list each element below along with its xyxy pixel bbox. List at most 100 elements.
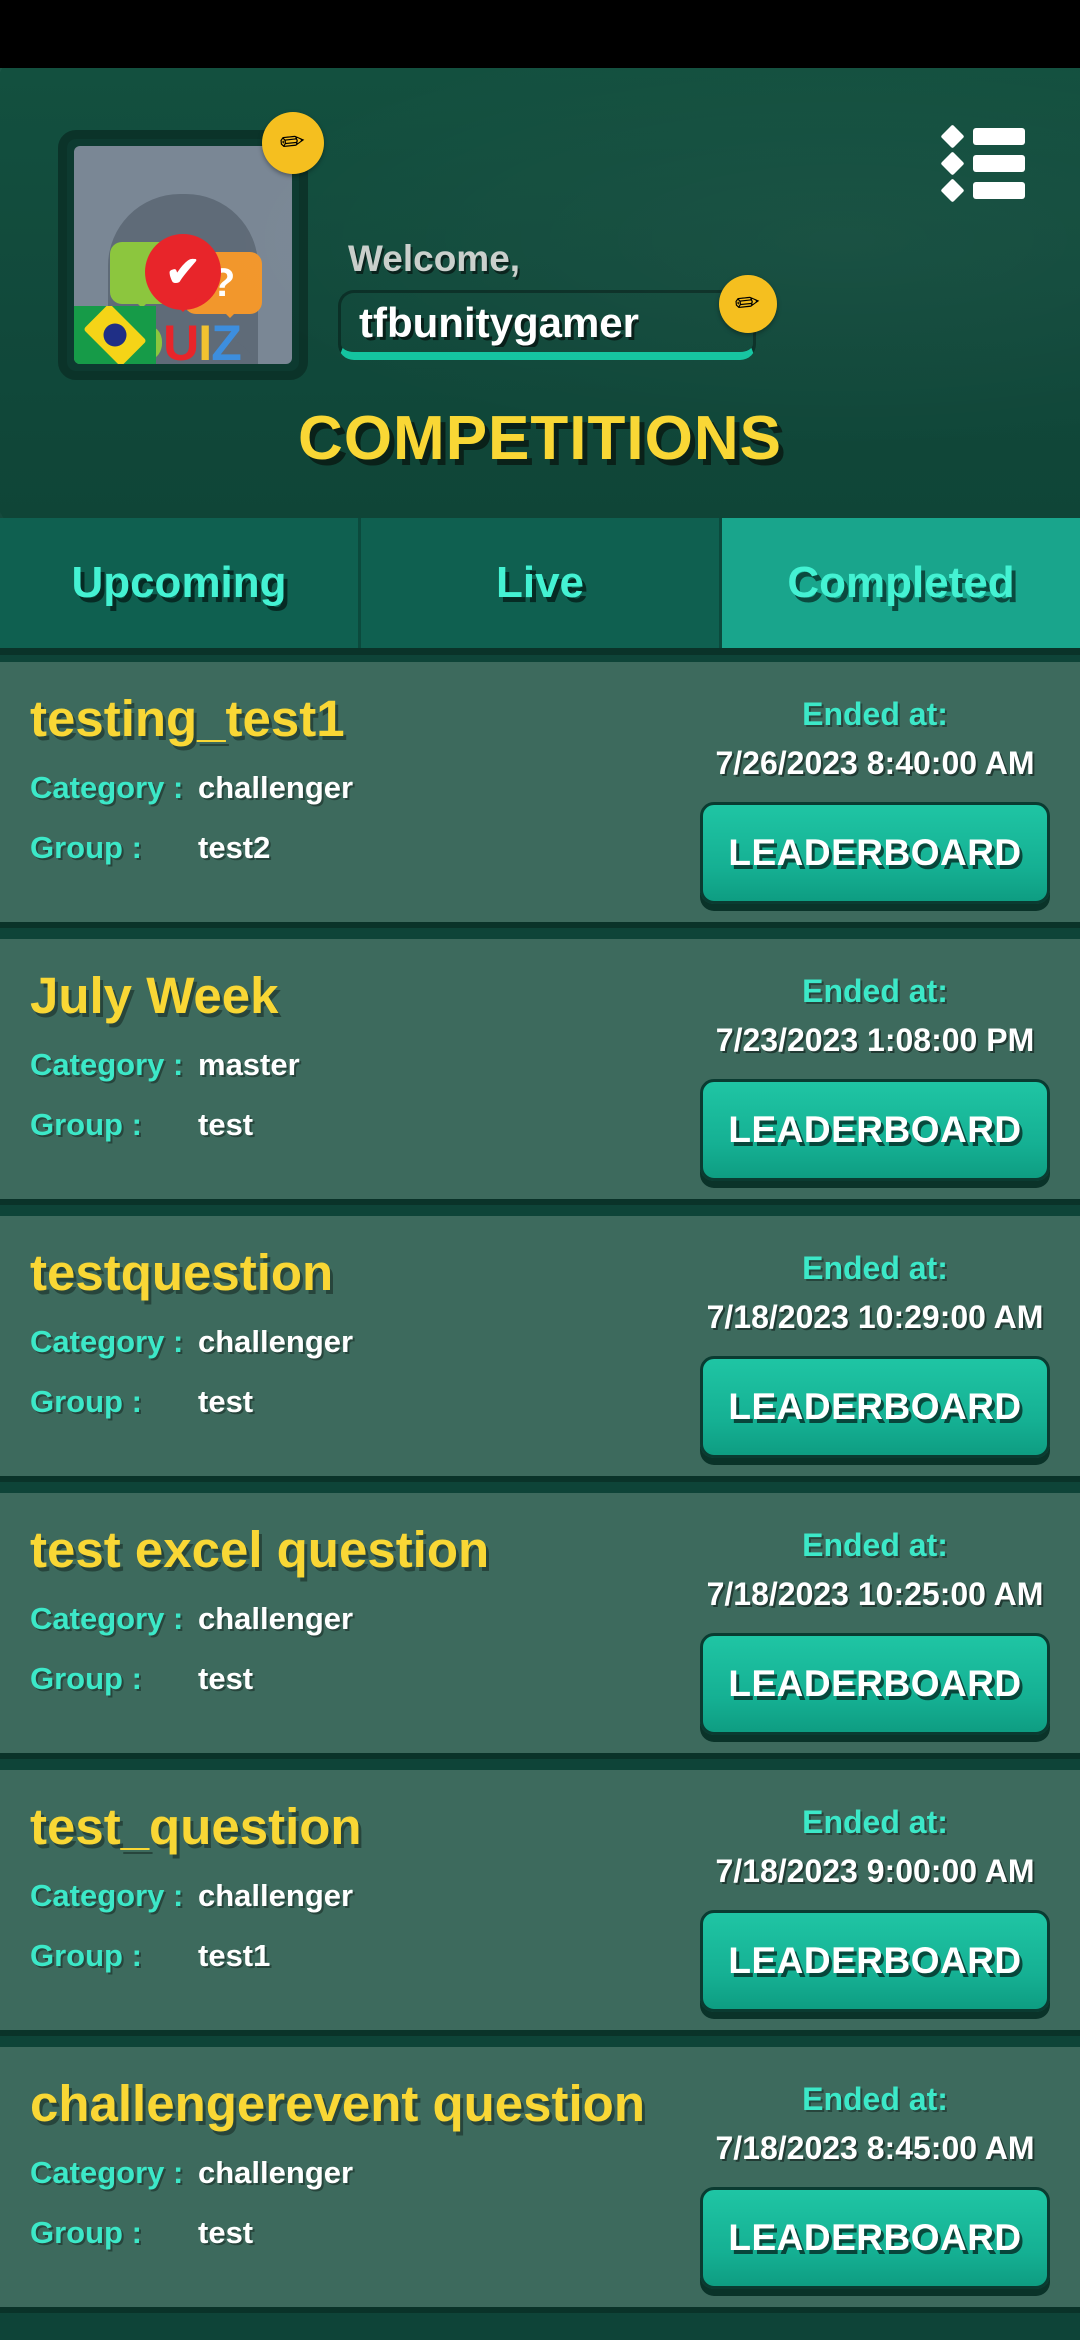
category-row: Category : challenger — [30, 1878, 690, 1914]
group-label: Group : — [30, 1383, 142, 1419]
quiz-letter-z: Z — [211, 315, 242, 364]
quiz-letter-i: I — [198, 315, 212, 364]
competition-card[interactable]: test_question Category : challenger Grou… — [0, 1770, 1080, 2036]
competition-title: challengerevent question — [30, 2075, 645, 2132]
menu-row — [940, 151, 1025, 176]
avatar-container[interactable]: ! ? ✔ QUIZ ✏ — [58, 112, 324, 380]
category-label: Category : — [30, 769, 184, 805]
group-row: Group : test1 — [30, 1938, 690, 1974]
group-row: Group : test — [30, 1384, 690, 1420]
menu-row — [940, 178, 1025, 203]
tab-upcoming[interactable]: Upcoming — [0, 518, 361, 648]
competition-title: testquestion — [30, 1244, 334, 1301]
category-row: Category : challenger — [30, 2155, 690, 2191]
ended-at-label: Ended at: — [802, 1804, 948, 1840]
competition-status: Ended at: 7/18/2023 9:00:00 AM LEADERBOA… — [700, 1804, 1050, 2012]
group-value: test2 — [198, 829, 271, 865]
competition-card[interactable]: test excel question Category : challenge… — [0, 1493, 1080, 1759]
group-value: test — [198, 1660, 254, 1696]
competition-card[interactable]: challengerevent question Category : chal… — [0, 2047, 1080, 2313]
avatar-image: ! ? ✔ QUIZ — [74, 146, 292, 364]
competition-title: test_question — [30, 1798, 362, 1855]
leaderboard-label: LEADERBOARD — [728, 1663, 1022, 1704]
category-label: Category : — [30, 1600, 184, 1636]
leaderboard-label: LEADERBOARD — [728, 1109, 1022, 1150]
group-row: Group : test2 — [30, 830, 690, 866]
ended-at-label: Ended at: — [802, 696, 948, 732]
competition-status: Ended at: 7/26/2023 8:40:00 AM LEADERBOA… — [700, 696, 1050, 904]
category-label: Category : — [30, 1877, 184, 1913]
leaderboard-button[interactable]: LEADERBOARD — [700, 1356, 1050, 1458]
tab-label: Live — [495, 558, 585, 607]
ended-at-value: 7/18/2023 9:00:00 AM — [715, 1853, 1035, 1889]
list-menu-icon[interactable] — [940, 124, 1025, 203]
group-value: test — [198, 2214, 254, 2250]
competition-info: testing_test1 Category : challenger Grou… — [30, 692, 690, 866]
group-value: test — [198, 1106, 254, 1142]
category-value: challenger — [198, 1600, 354, 1636]
welcome-label: Welcome, — [348, 238, 521, 279]
brazil-flag-icon — [74, 306, 156, 364]
menu-bar — [973, 182, 1025, 199]
tab-completed[interactable]: Completed — [722, 518, 1080, 648]
competition-info: challengerevent question Category : chal… — [30, 2077, 690, 2251]
tab-label: Completed — [787, 558, 1015, 607]
ended-at-value: 7/18/2023 10:29:00 AM — [706, 1299, 1044, 1335]
username-field[interactable]: tfbunitygamer ✏ — [338, 275, 777, 360]
category-value: master — [198, 1046, 300, 1082]
ended-at-value: 7/18/2023 8:45:00 AM — [715, 2130, 1035, 2166]
pencil-icon: ✏ — [278, 124, 308, 161]
leaderboard-button[interactable]: LEADERBOARD — [700, 1079, 1050, 1181]
menu-diamond — [940, 178, 965, 203]
tab-bar: Upcoming Live Completed — [0, 518, 1080, 655]
category-row: Category : challenger — [30, 770, 690, 806]
group-value: test1 — [198, 1937, 271, 1973]
leaderboard-button[interactable]: LEADERBOARD — [700, 802, 1050, 904]
ended-at-label: Ended at: — [802, 2081, 948, 2117]
ended-at-label: Ended at: — [802, 973, 948, 1009]
group-label: Group : — [30, 1937, 142, 1973]
edit-avatar-button[interactable]: ✏ — [262, 112, 324, 174]
category-value: challenger — [198, 1323, 354, 1359]
menu-diamond — [940, 124, 965, 149]
category-value: challenger — [198, 2154, 354, 2190]
competition-card[interactable]: testquestion Category : challenger Group… — [0, 1216, 1080, 1482]
group-row: Group : test — [30, 1107, 690, 1143]
group-label: Group : — [30, 1660, 142, 1696]
competition-status: Ended at: 7/18/2023 10:25:00 AM LEADERBO… — [700, 1527, 1050, 1735]
leaderboard-button[interactable]: LEADERBOARD — [700, 1910, 1050, 2012]
group-value: test — [198, 1383, 254, 1419]
category-row: Category : challenger — [30, 1324, 690, 1360]
pencil-icon: ✏ — [733, 285, 763, 322]
edit-username-button[interactable]: ✏ — [719, 275, 777, 333]
competition-list[interactable]: testing_test1 Category : challenger Grou… — [0, 662, 1080, 2340]
ended-at-value: 7/23/2023 1:08:00 PM — [715, 1022, 1035, 1058]
tab-live[interactable]: Live — [361, 518, 722, 648]
category-label: Category : — [30, 1323, 184, 1359]
competition-title: testing_test1 — [30, 690, 345, 747]
category-label: Category : — [30, 2154, 184, 2190]
leaderboard-button[interactable]: LEADERBOARD — [700, 1633, 1050, 1735]
competition-card[interactable]: testing_test1 Category : challenger Grou… — [0, 662, 1080, 928]
competition-card[interactable]: July Week Category : master Group : test… — [0, 939, 1080, 1205]
group-row: Group : test — [30, 2215, 690, 2251]
group-label: Group : — [30, 829, 142, 865]
category-row: Category : master — [30, 1047, 690, 1083]
flag-circle — [103, 323, 127, 347]
username-value: tfbunitygamer — [359, 298, 640, 346]
category-value: challenger — [198, 1877, 354, 1913]
group-label: Group : — [30, 1106, 142, 1142]
avatar[interactable]: ! ? ✔ QUIZ — [58, 130, 308, 380]
category-value: challenger — [198, 769, 354, 805]
ended-at-label: Ended at: — [802, 1250, 948, 1286]
competition-status: Ended at: 7/18/2023 8:45:00 AM LEADERBOA… — [700, 2081, 1050, 2289]
leaderboard-button[interactable]: LEADERBOARD — [700, 2187, 1050, 2289]
leaderboard-label: LEADERBOARD — [728, 832, 1022, 873]
menu-row — [940, 124, 1025, 149]
group-label: Group : — [30, 2214, 142, 2250]
competition-info: July Week Category : master Group : test — [30, 969, 690, 1143]
competition-info: test excel question Category : challenge… — [30, 1523, 690, 1697]
menu-bar — [973, 155, 1025, 172]
check-badge-icon: ✔ — [145, 234, 221, 310]
profile-header: ! ? ✔ QUIZ ✏ We — [0, 68, 1080, 518]
